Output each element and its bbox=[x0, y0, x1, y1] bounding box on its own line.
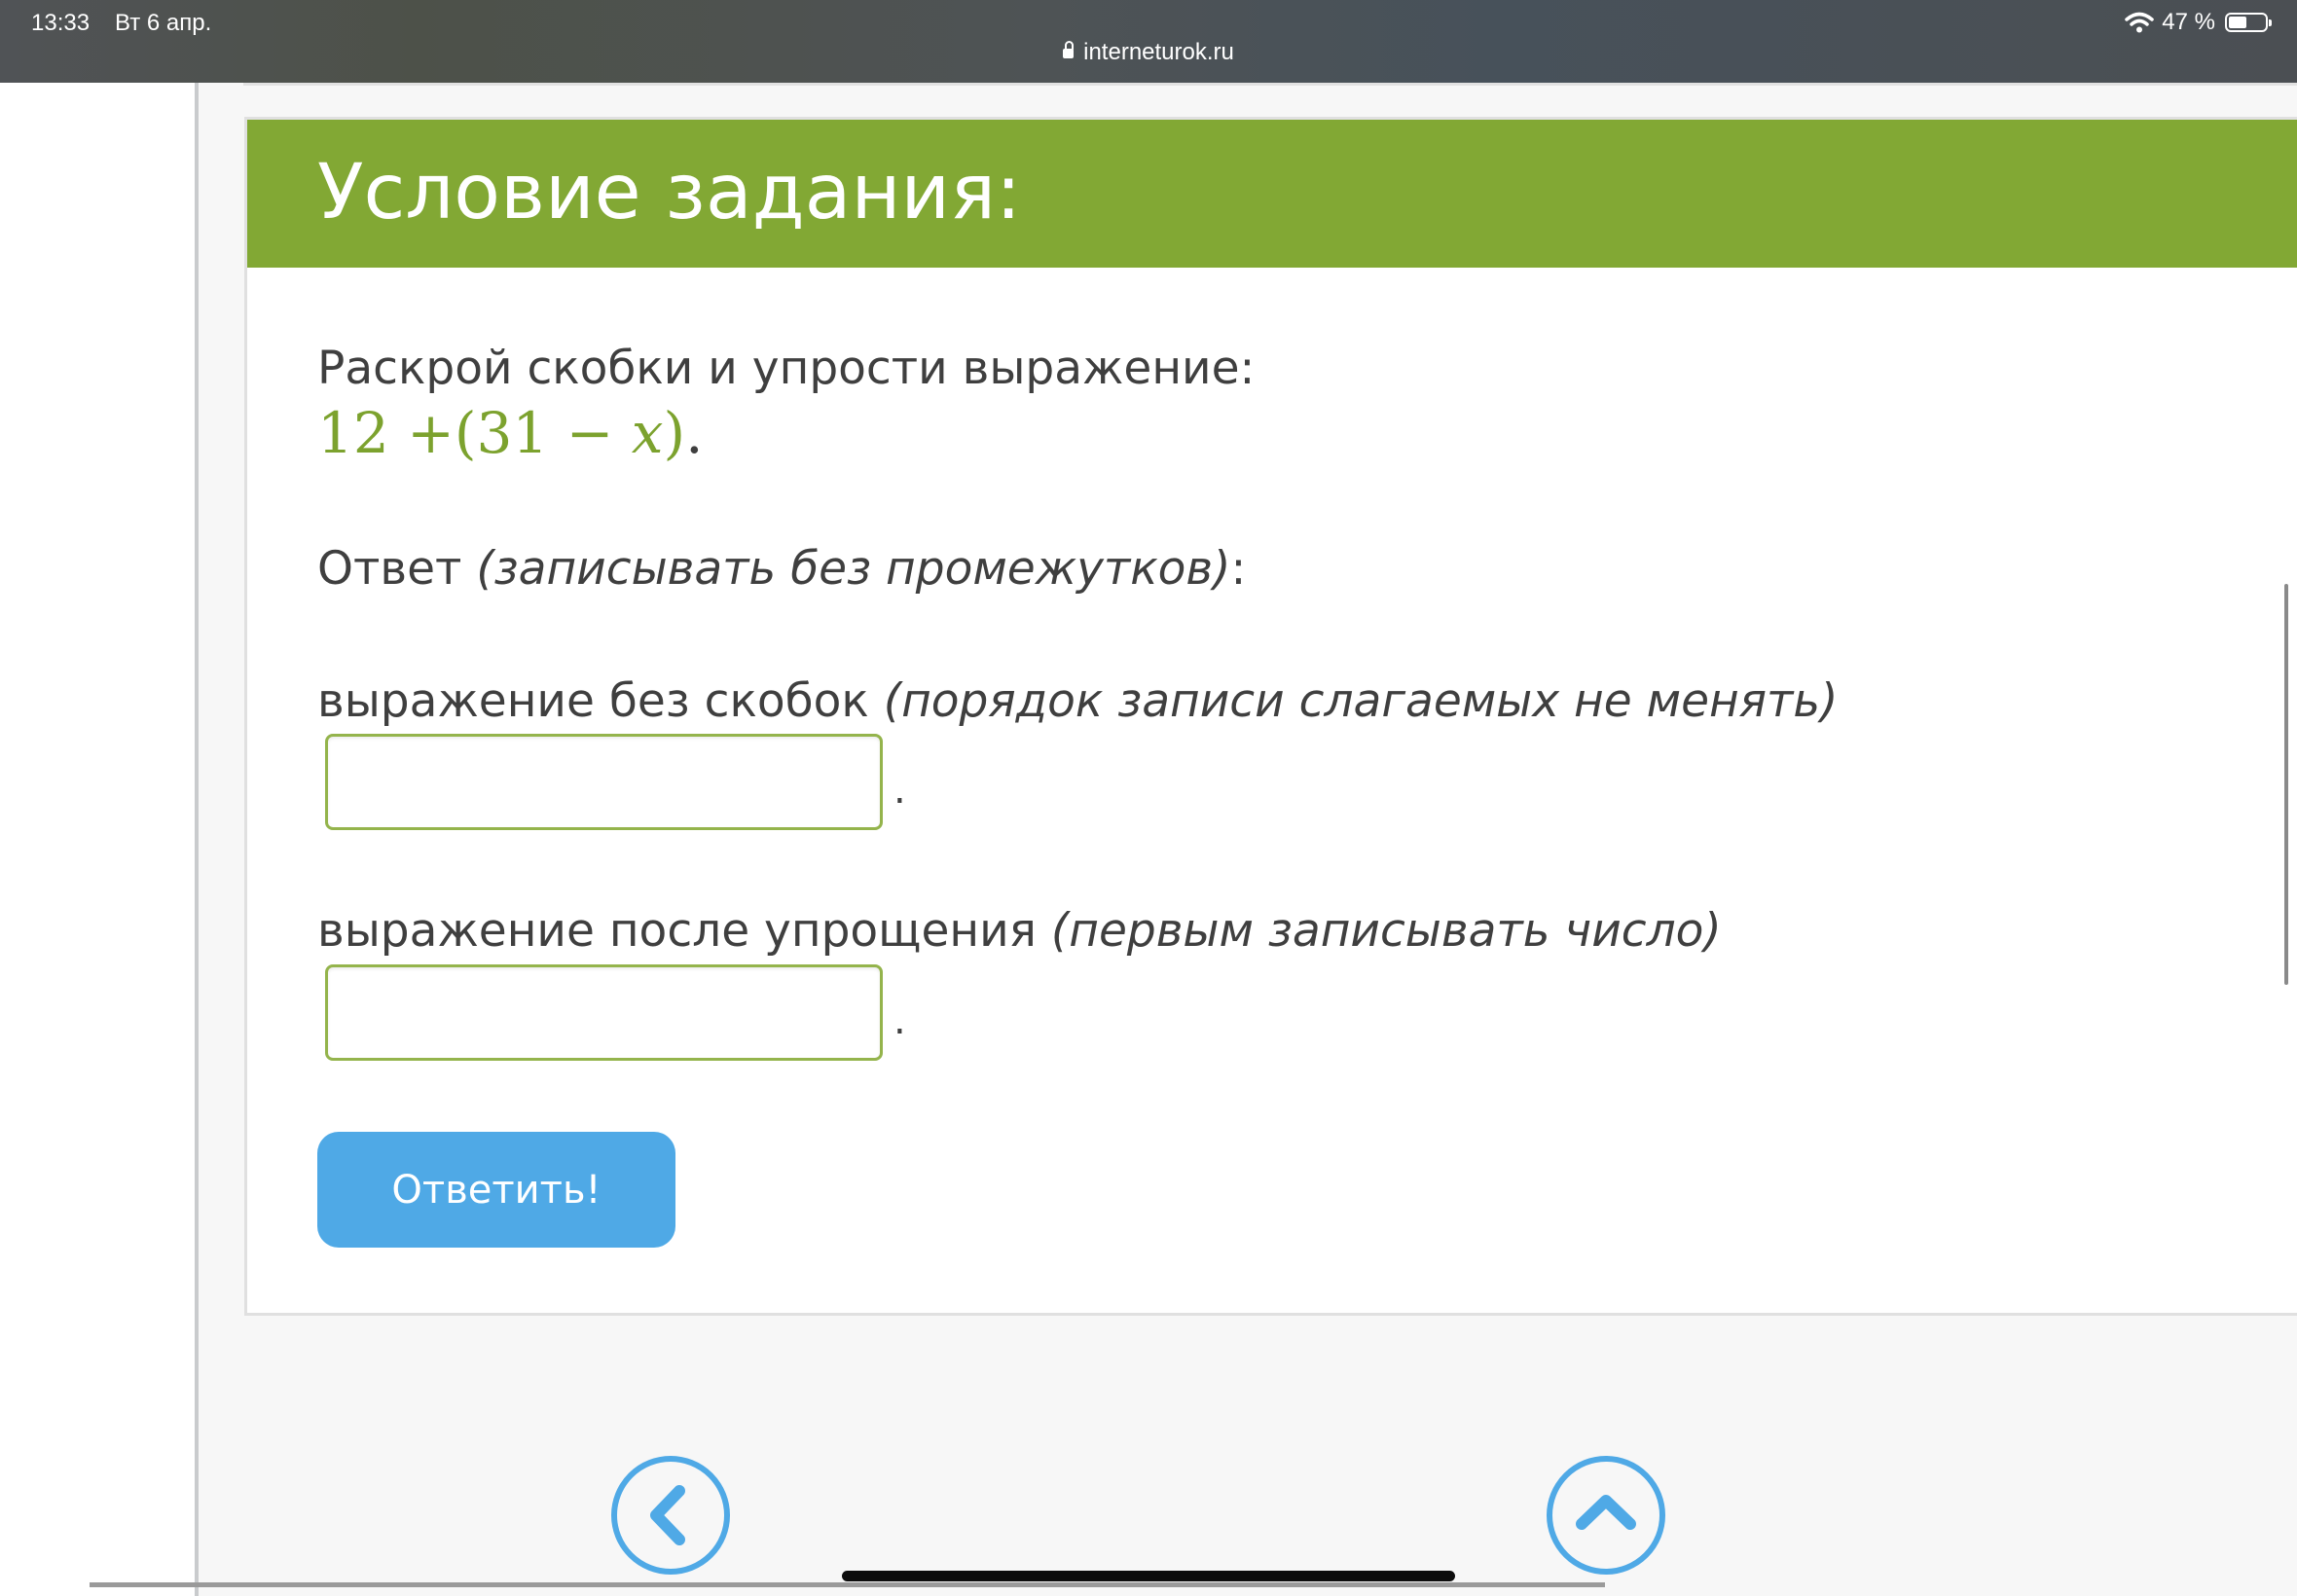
field1-note: (порядок записи слагаемых не менять) bbox=[883, 674, 1839, 728]
task-formula: 12 +(31 − x). bbox=[317, 400, 704, 466]
formula-part1: 12 +(31 − bbox=[317, 400, 632, 466]
back-button[interactable] bbox=[611, 1456, 730, 1575]
submit-button[interactable]: Ответить! bbox=[317, 1132, 675, 1248]
task-instruction: Раскрой скобки и упрости выражение: bbox=[317, 342, 1256, 395]
field1-label: выражение без скобок bbox=[317, 674, 869, 728]
wifi-icon bbox=[2125, 12, 2155, 33]
task-title: Условие задания: bbox=[317, 149, 1022, 236]
chevron-up-icon bbox=[1576, 1495, 1636, 1530]
bottom-scroll-indicator bbox=[90, 1582, 1605, 1587]
address-bar[interactable]: interneturok.ru bbox=[0, 39, 2297, 66]
answer-label: Ответ bbox=[317, 542, 462, 596]
chevron-left-icon bbox=[650, 1485, 685, 1545]
formula-variable: x bbox=[631, 400, 664, 466]
status-indicators: 47 % bbox=[2125, 8, 2272, 37]
status-bar: 13:33 Вт 6 апр. interneturok.ru 47 % bbox=[0, 0, 2297, 83]
formula-end: . bbox=[685, 400, 704, 466]
scroll-up-button[interactable] bbox=[1547, 1456, 1665, 1575]
status-time: 13:33 bbox=[31, 10, 91, 36]
expression-without-brackets-input[interactable] bbox=[325, 734, 883, 830]
task-card: Условие задания: Раскрой скобки и упрост… bbox=[244, 117, 2297, 1316]
status-date: Вт 6 апр. bbox=[115, 10, 212, 36]
field2-period: . bbox=[893, 998, 906, 1043]
answer-note: (записывать без промежутков) bbox=[476, 542, 1231, 596]
answer-colon: : bbox=[1230, 542, 1247, 596]
field2-note: (первым записывать число) bbox=[1050, 904, 1722, 958]
battery-percent: 47 % bbox=[2162, 9, 2215, 35]
answer-heading: Ответ (записывать без промежутков): bbox=[317, 542, 1246, 596]
content-divider bbox=[195, 83, 199, 1596]
top-divider bbox=[243, 83, 2297, 86]
scrollbar[interactable] bbox=[2284, 584, 2288, 985]
simplified-expression-input[interactable] bbox=[325, 964, 883, 1061]
field2-label: выражение после упрощения bbox=[317, 904, 1037, 958]
home-indicator[interactable] bbox=[842, 1571, 1455, 1581]
field1-label-row: выражение без скобок (порядок записи сла… bbox=[317, 674, 1838, 728]
formula-part2: ) bbox=[663, 400, 686, 466]
field2-label-row: выражение после упрощения (первым записы… bbox=[317, 904, 1722, 958]
field1-period: . bbox=[893, 768, 906, 813]
lock-icon bbox=[1063, 41, 1075, 58]
battery-icon bbox=[2225, 13, 2272, 32]
task-header: Условие задания: bbox=[247, 120, 2297, 268]
address-url: interneturok.ru bbox=[1083, 39, 1234, 65]
